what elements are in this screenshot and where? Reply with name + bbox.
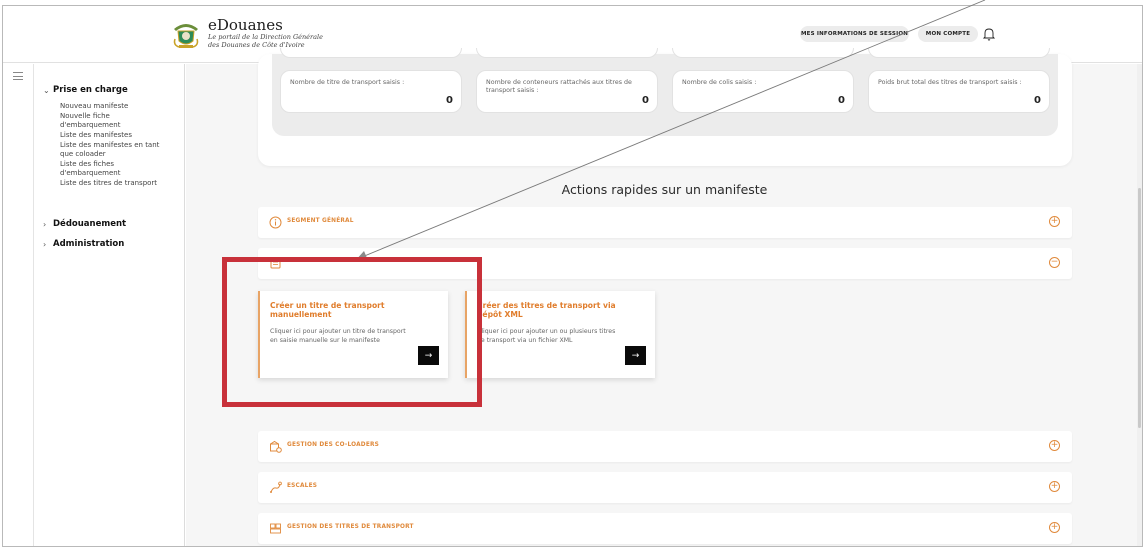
stat-box-top-edge: [476, 48, 658, 58]
chevron-right-icon: ›: [43, 219, 47, 229]
expand-icon[interactable]: +: [1049, 522, 1060, 533]
chevron-down-icon: ⌄: [43, 85, 50, 95]
sidebar-item-liste-fiches[interactable]: Liste des fiches d'embarquement: [60, 160, 140, 178]
sidebar-item-liste-manifestes-coloader[interactable]: Liste des manifestes en tant que coloade…: [60, 141, 172, 159]
accordion-co-loaders[interactable]: GESTION DES CO-LOADERS +: [258, 431, 1072, 462]
coat-of-arms-logo: [173, 24, 199, 48]
accordion-label: GESTION DES CO-LOADERS: [287, 442, 380, 448]
chevron-right-icon: ›: [43, 239, 47, 249]
expand-icon[interactable]: +: [1049, 216, 1060, 227]
stat-value: 0: [642, 95, 649, 106]
main-content: Nombre de titre de transport saisis : 0 …: [186, 48, 1142, 546]
stat-value: 0: [1034, 95, 1041, 106]
collapse-icon[interactable]: −: [1049, 257, 1060, 268]
sidebar-group-label: Dédouanement: [53, 219, 127, 229]
accordion-label: SEGMENT GÉNÉRAL: [287, 218, 354, 224]
sidebar-rail: [3, 64, 34, 546]
arrow-right-button[interactable]: →: [418, 346, 439, 365]
bell-icon[interactable]: [983, 27, 995, 41]
sidebar-item-nouveau-manifeste[interactable]: Nouveau manifeste: [60, 102, 178, 111]
sidebar-item-liste-manifestes[interactable]: Liste des manifestes: [60, 131, 178, 140]
action-card-xml[interactable]: Créer des titres de transport via dépôt …: [465, 291, 655, 378]
accordion-label: ESCALES: [287, 483, 318, 489]
action-card-manual[interactable]: Créer un titre de transport manuellement…: [258, 291, 448, 378]
accordion-gestion-titres[interactable]: GESTION DES TITRES DE TRANSPORT +: [258, 513, 1072, 544]
expand-icon[interactable]: +: [1049, 481, 1060, 492]
stat-label: Nombre de titre de transport saisis :: [290, 79, 405, 86]
stats-panel: Nombre de titre de transport saisis : 0 …: [272, 48, 1058, 136]
session-info-button[interactable]: MES INFORMATIONS DE SESSION: [800, 26, 909, 42]
stat-titres-transport: Nombre de titre de transport saisis : 0: [280, 70, 462, 113]
sidebar-item-liste-titres[interactable]: Liste des titres de transport: [60, 179, 178, 188]
stat-box-top-edge: [868, 48, 1050, 58]
browser-frame: eDouanes Le portail de la Direction Géné…: [2, 5, 1143, 547]
my-account-button[interactable]: MON COMPTE: [918, 26, 978, 42]
route-icon: [270, 481, 282, 493]
accordion-segment-general[interactable]: SEGMENT GÉNÉRAL +: [258, 207, 1072, 238]
vertical-scrollbar[interactable]: [1137, 64, 1142, 546]
brand-title: eDouanes: [208, 16, 283, 34]
action-title: Créer des titres de transport via dépôt …: [477, 301, 616, 319]
stat-box-top-edge: [672, 48, 854, 58]
sidebar-item-nouvelle-fiche[interactable]: Nouvelle fiche d'embarquement: [60, 112, 140, 130]
stat-label: Poids brut total des titres de transport…: [878, 79, 1022, 86]
stat-conteneurs: Nombre de conteneurs rattachés aux titre…: [476, 70, 658, 113]
stat-box-top-edge: [280, 48, 462, 58]
scrollbar-thumb[interactable]: [1138, 188, 1141, 428]
section-title: Actions rapides sur un manifeste: [561, 182, 768, 197]
sidebar-group-label: Administration: [53, 239, 125, 249]
stat-value: 0: [838, 95, 845, 106]
brand-subtitle-line1: Le portail de la Direction Générale: [208, 33, 323, 41]
stat-colis: Nombre de colis saisis : 0: [672, 70, 854, 113]
expand-icon[interactable]: +: [1049, 440, 1060, 451]
arrow-right-button[interactable]: →: [625, 346, 646, 365]
accordion-titres-transport-expanded[interactable]: −: [258, 248, 1072, 279]
cargo-icon: [270, 523, 281, 534]
box-gear-icon: [270, 440, 282, 453]
menu-toggle-icon[interactable]: [13, 72, 23, 80]
sidebar-group-label: Prise en charge: [53, 85, 128, 95]
sidebar-group-administration[interactable]: › Administration: [43, 239, 124, 249]
action-description: Cliquer ici pour ajouter un titre de tra…: [270, 328, 406, 344]
sidebar-subitems: Nouveau manifeste Nouvelle fiche d'embar…: [60, 102, 178, 189]
manifest-stats-card: Nombre de titre de transport saisis : 0 …: [258, 48, 1072, 166]
info-icon: [269, 216, 282, 229]
sidebar-group-dedouanement[interactable]: › Dédouanement: [43, 219, 126, 229]
accordion-label: GESTION DES TITRES DE TRANSPORT: [287, 524, 414, 530]
stat-value: 0: [446, 95, 453, 106]
document-icon: [270, 258, 281, 269]
sidebar-group-prise-en-charge[interactable]: ⌄ Prise en charge: [43, 85, 128, 95]
brand-block: eDouanes Le portail de la Direction Géné…: [208, 17, 323, 49]
action-description: Cliquer ici pour ajouter un ou plusieurs…: [477, 328, 616, 344]
action-title: Créer un titre de transport manuellement: [270, 301, 385, 319]
stat-label: Nombre de conteneurs rattachés aux titre…: [486, 79, 632, 94]
stat-label: Nombre de colis saisis :: [682, 79, 757, 86]
stat-poids-brut: Poids brut total des titres de transport…: [868, 70, 1050, 113]
accordion-escales[interactable]: ESCALES +: [258, 472, 1072, 503]
